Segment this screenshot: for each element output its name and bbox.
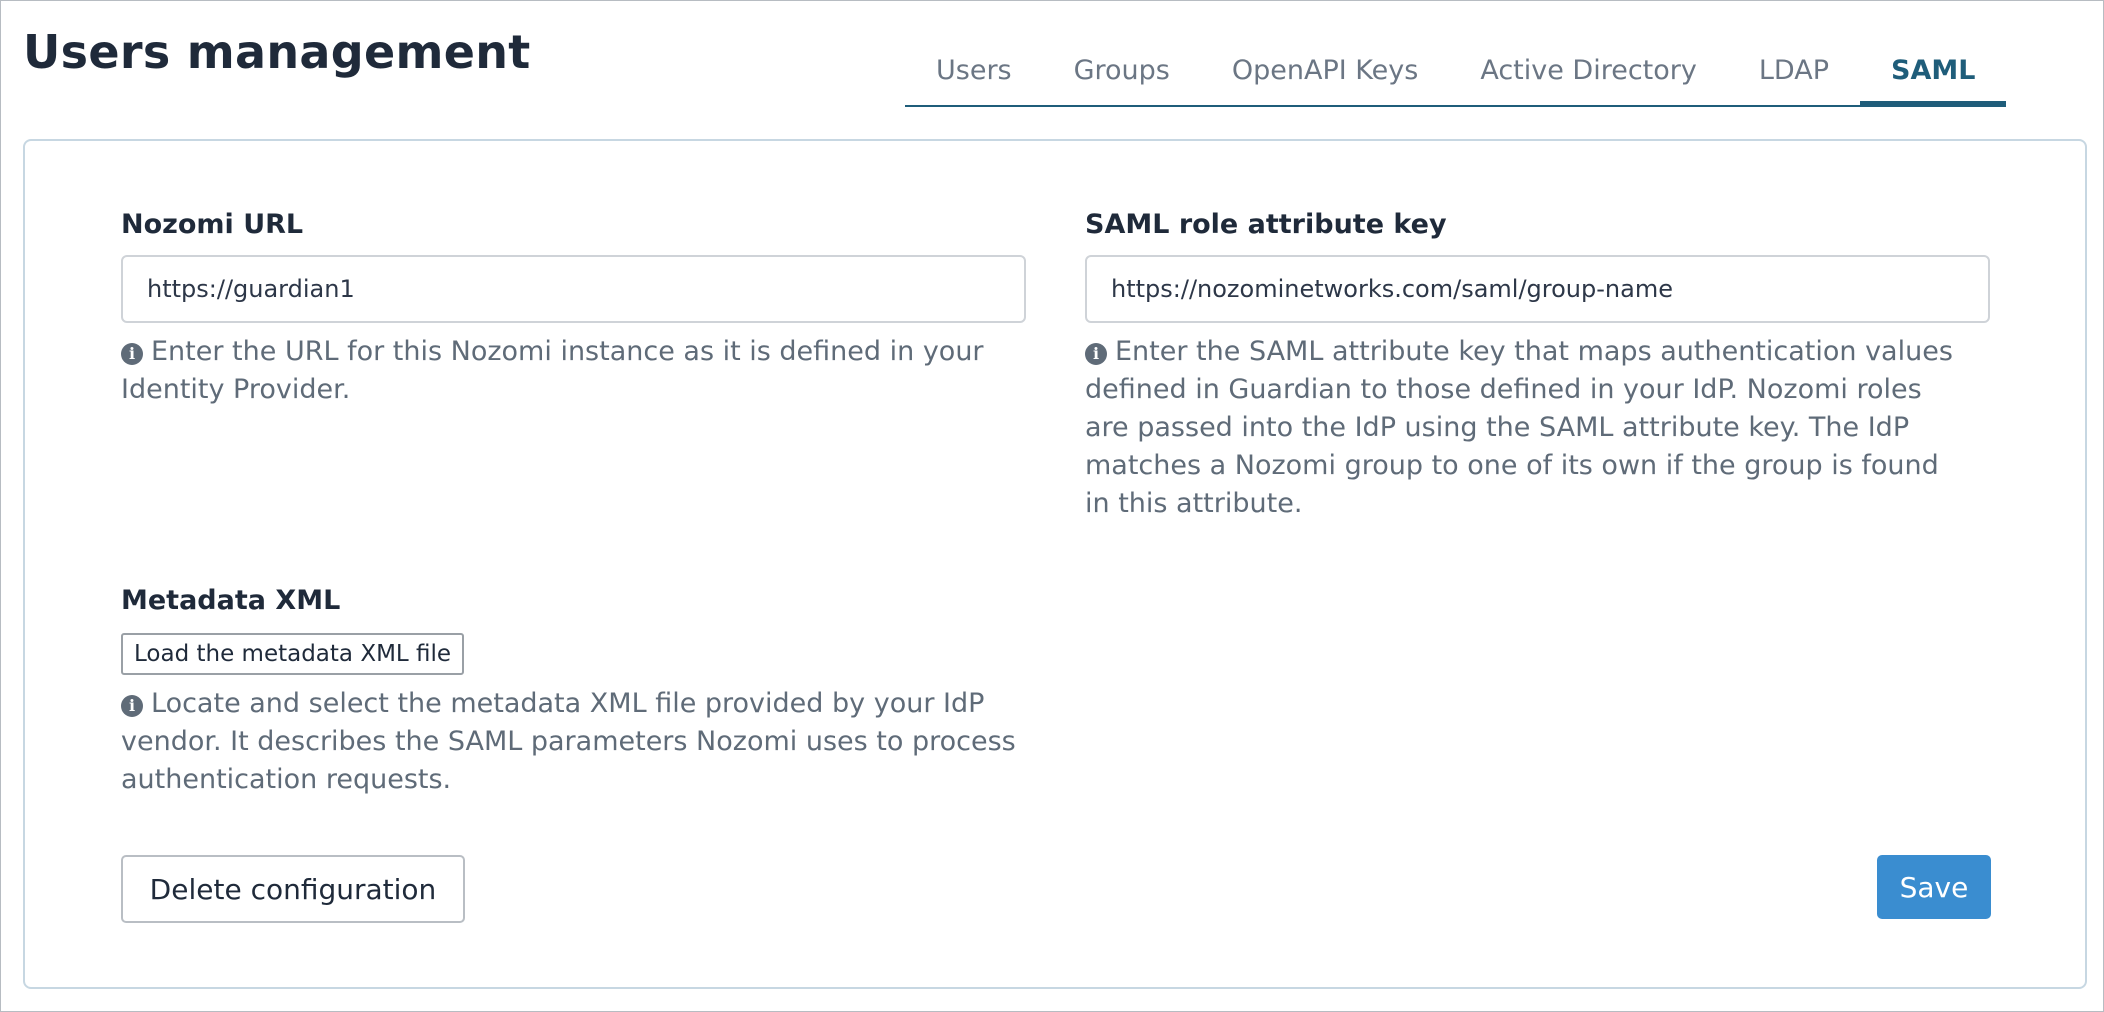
tab-ldap[interactable]: LDAP	[1759, 51, 1829, 105]
metadata-xml-help: i Locate and select the metadata XML file…	[121, 685, 1026, 799]
save-button[interactable]: Save	[1877, 855, 1991, 919]
tab-groups[interactable]: Groups	[1074, 51, 1170, 105]
info-circle-icon: i	[121, 695, 143, 717]
nozomi-url-help: i Enter the URL for this Nozomi instance …	[121, 333, 1026, 409]
saml-role-key-label: SAML role attribute key	[1085, 209, 1447, 240]
metadata-xml-help-text: Locate and select the metadata XML file …	[121, 688, 1016, 795]
metadata-xml-label: Metadata XML	[121, 585, 341, 616]
nozomi-url-help-text: Enter the URL for this Nozomi instance a…	[121, 336, 984, 405]
nozomi-url-input[interactable]	[121, 255, 1026, 323]
tab-users[interactable]: Users	[936, 51, 1012, 105]
info-circle-icon: i	[1085, 343, 1107, 365]
info-circle-icon: i	[121, 343, 143, 365]
saml-role-key-help: i Enter the SAML attribute key that maps …	[1085, 333, 1965, 523]
saml-role-key-input[interactable]	[1085, 255, 1990, 323]
saml-config-panel: Nozomi URL iEnter the URL for this Nozom…	[23, 139, 2087, 989]
nozomi-url-label: Nozomi URL	[121, 209, 304, 240]
tab-openapi-keys[interactable]: OpenAPI Keys	[1232, 51, 1418, 105]
app-window: Users management Users Groups OpenAPI Ke…	[0, 0, 2104, 1012]
tab-saml[interactable]: SAML	[1860, 51, 2007, 107]
delete-configuration-button[interactable]: Delete configuration	[121, 855, 465, 923]
load-metadata-xml-button[interactable]: Load the metadata XML file	[121, 633, 465, 675]
saml-role-key-help-text: Enter the SAML attribute key that maps a…	[1085, 336, 1953, 519]
tab-bar: Users Groups OpenAPI Keys Active Directo…	[905, 51, 2007, 107]
page-title: Users management	[23, 25, 531, 79]
tab-active-directory[interactable]: Active Directory	[1480, 51, 1697, 105]
